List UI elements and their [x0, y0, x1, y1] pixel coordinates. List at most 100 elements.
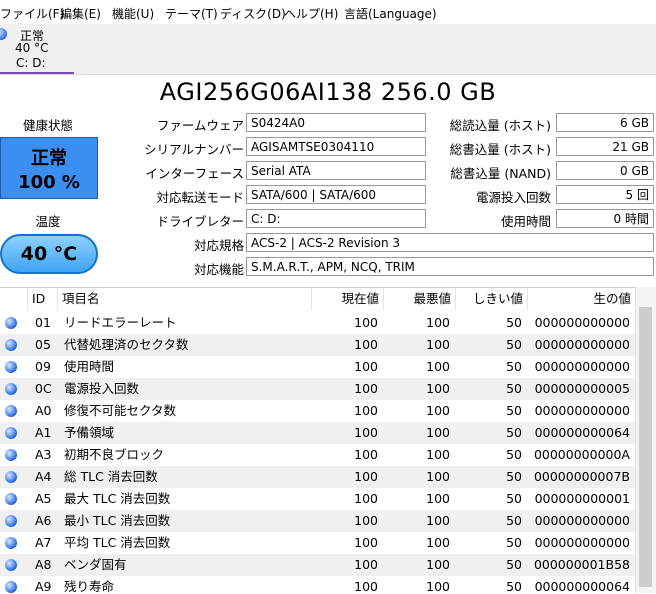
health-status-button[interactable]: 正常 100 %: [0, 137, 98, 199]
menu-file[interactable]: ファイル(F): [0, 5, 64, 22]
status-dot-icon: [5, 405, 17, 417]
table-row[interactable]: A7 平均 TLC 消去回数 100 100 50 000000000000: [0, 532, 636, 554]
drive-tab-bar: 正常 40 °C C: D:: [0, 24, 656, 75]
cell-raw: 000000000005: [534, 381, 630, 396]
table-row[interactable]: 05 代替処理済のセクタ数 100 100 50 000000000000: [0, 334, 636, 356]
cell-id: 0C: [35, 381, 52, 396]
cell-worst: 100: [426, 359, 450, 374]
cell-current: 100: [354, 381, 378, 396]
table-row[interactable]: A8 ベンダ固有 100 100 50 000000001B58: [0, 554, 636, 576]
header-attribute[interactable]: 項目名: [58, 288, 312, 310]
table-row[interactable]: A3 初期不良ブロック 100 100 50 00000000000A: [0, 444, 636, 466]
menu-help[interactable]: ヘルプ(H): [284, 5, 338, 22]
table-row[interactable]: A0 修復不可能セクタ数 100 100 50 000000000000: [0, 400, 636, 422]
table-row[interactable]: A1 予備領域 100 100 50 000000000064: [0, 422, 636, 444]
scrollbar-thumb[interactable]: [639, 307, 652, 587]
menu-disk[interactable]: ディスク(D): [220, 5, 286, 22]
nand-writes-label: 総書込量 (NAND): [450, 166, 551, 181]
cell-attribute: 予備領域: [64, 425, 115, 440]
header-threshold[interactable]: しきい値: [456, 288, 528, 310]
cell-id: A0: [35, 403, 52, 418]
host-reads-label: 総読込量 (ホスト): [449, 118, 551, 133]
cell-attribute: 初期不良ブロック: [64, 447, 165, 462]
cell-id: A4: [35, 469, 52, 484]
header-status[interactable]: [0, 288, 28, 310]
cell-raw: 000000000064: [534, 425, 630, 440]
cell-threshold: 50: [506, 491, 522, 506]
power-on-hours-field: 0 時間: [556, 209, 654, 228]
header-id[interactable]: ID: [28, 288, 58, 310]
cell-worst: 100: [426, 557, 450, 572]
cell-attribute: ベンダ固有: [64, 557, 127, 572]
drive-tab[interactable]: 正常 40 °C C: D:: [0, 24, 74, 74]
cell-threshold: 50: [506, 403, 522, 418]
firmware-label: ファームウェア: [156, 118, 244, 133]
cell-threshold: 50: [506, 381, 522, 396]
cell-current: 100: [354, 491, 378, 506]
cell-id: A6: [35, 513, 52, 528]
cell-raw: 000000000000: [534, 535, 630, 550]
features-field: S.M.A.R.T., APM, NCQ, TRIM: [246, 257, 654, 276]
nand-writes-field: 0 GB: [556, 161, 654, 180]
health-label: 健康状態: [22, 118, 73, 133]
cell-attribute: 総 TLC 消去回数: [64, 469, 158, 484]
cell-raw: 000000000000: [534, 513, 630, 528]
firmware-field: S0424A0: [246, 113, 426, 132]
cell-threshold: 50: [506, 315, 522, 330]
cell-id: A7: [35, 535, 52, 550]
menu-function[interactable]: 機能(U): [112, 5, 154, 22]
cell-current: 100: [354, 579, 378, 594]
table-scrollbar[interactable]: [635, 287, 656, 593]
transfer-mode-field: SATA/600 | SATA/600: [246, 185, 426, 204]
cell-current: 100: [354, 447, 378, 462]
table-row[interactable]: 0C 電源投入回数 100 100 50 000000000005: [0, 378, 636, 400]
menu-edit[interactable]: 編集(E): [60, 5, 101, 22]
host-reads-field: 6 GB: [556, 113, 654, 132]
cell-raw: 00000000007B: [533, 469, 630, 484]
table-row[interactable]: A6 最小 TLC 消去回数 100 100 50 000000000000: [0, 510, 636, 532]
host-writes-field: 21 GB: [556, 137, 654, 156]
cell-id: 01: [35, 315, 51, 330]
cell-attribute: 最小 TLC 消去回数: [64, 513, 171, 528]
standard-field: ACS-2 | ACS-2 Revision 3: [246, 233, 654, 252]
power-on-count-label: 電源投入回数: [475, 190, 551, 205]
table-row[interactable]: 01 リードエラーレート 100 100 50 000000000000: [0, 312, 636, 334]
drive-letter-field: C: D:: [246, 209, 426, 228]
cell-id: A3: [35, 447, 52, 462]
table-row[interactable]: A9 残り寿命 100 100 50 000000000064: [0, 576, 636, 594]
table-row[interactable]: A5 最大 TLC 消去回数 100 100 50 000000000001: [0, 488, 636, 510]
cell-raw: 000000000000: [534, 359, 630, 374]
temperature-button[interactable]: 40 °C: [0, 234, 98, 274]
cell-raw: 000000000000: [534, 337, 630, 352]
drive-tab-letters: C: D:: [16, 56, 46, 70]
cell-attribute: リードエラーレート: [64, 315, 177, 330]
transfer-mode-label: 対応転送モード: [156, 190, 244, 205]
health-percent: 100 %: [18, 172, 80, 193]
cell-current: 100: [354, 469, 378, 484]
header-raw[interactable]: 生の値: [528, 288, 636, 310]
cell-current: 100: [354, 315, 378, 330]
cell-worst: 100: [426, 425, 450, 440]
cell-attribute: 電源投入回数: [64, 381, 140, 396]
smart-table: ID 項目名 現在値 最悪値 しきい値 生の値 01 リードエラーレート 100 10…: [0, 287, 656, 594]
menu-theme[interactable]: テーマ(T): [165, 5, 218, 22]
serial-field: AGISAMTSE0304110: [246, 137, 426, 156]
standard-label: 対応規格: [193, 238, 244, 253]
cell-worst: 100: [426, 513, 450, 528]
cell-current: 100: [354, 359, 378, 374]
header-worst[interactable]: 最悪値: [384, 288, 456, 310]
header-current[interactable]: 現在値: [312, 288, 384, 310]
status-dot-icon: [5, 427, 17, 439]
status-dot-icon: [5, 537, 17, 549]
cell-worst: 100: [426, 381, 450, 396]
table-row[interactable]: 09 使用時間 100 100 50 000000000000: [0, 356, 636, 378]
menu-language[interactable]: 言語(Language): [344, 5, 437, 22]
cell-raw: 000000001B58: [533, 557, 630, 572]
cell-worst: 100: [426, 469, 450, 484]
table-row[interactable]: A4 総 TLC 消去回数 100 100 50 00000000007B: [0, 466, 636, 488]
cell-attribute: 平均 TLC 消去回数: [64, 535, 171, 550]
cell-threshold: 50: [506, 535, 522, 550]
cell-raw: 00000000000A: [533, 447, 630, 462]
cell-raw: 000000000064: [534, 579, 630, 594]
cell-id: A9: [35, 579, 52, 594]
